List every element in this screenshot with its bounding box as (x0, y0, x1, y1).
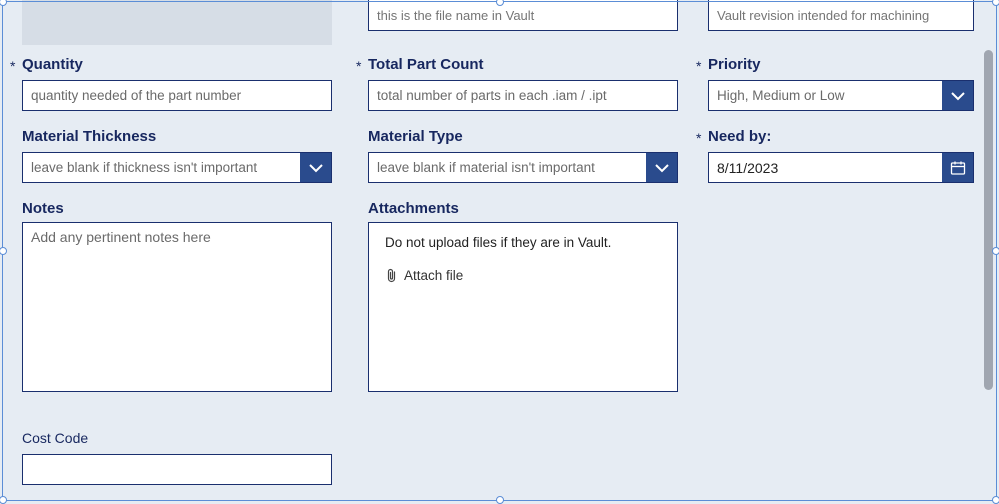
scrollbar-thumb[interactable] (984, 50, 993, 390)
quantity-input[interactable] (22, 80, 332, 111)
attach-file-label: Attach file (404, 268, 463, 283)
required-marker: * (356, 58, 361, 74)
attach-file-button[interactable]: Attach file (385, 268, 661, 283)
file-name-input[interactable] (368, 0, 678, 31)
required-marker: * (10, 58, 15, 74)
need-by-label: Need by: (708, 128, 974, 145)
priority-label: Priority (708, 56, 974, 73)
form-canvas: * Quantity * Total Part Count * Priority… (0, 0, 999, 502)
material-thickness-select[interactable]: leave blank if thickness isn't important (22, 152, 332, 183)
priority-select[interactable]: High, Medium or Low (708, 80, 974, 111)
required-marker: * (696, 130, 701, 146)
cost-code-input[interactable] (22, 454, 332, 485)
attachments-label: Attachments (368, 200, 678, 217)
required-marker: * (696, 58, 701, 74)
total-part-count-label: Total Part Count (368, 56, 678, 73)
material-type-select[interactable]: leave blank if material isn't important (368, 152, 678, 183)
notes-textarea[interactable] (22, 222, 332, 392)
priority-placeholder: High, Medium or Low (709, 88, 942, 103)
material-type-placeholder: leave blank if material isn't important (369, 160, 646, 175)
material-thickness-label: Material Thickness (22, 128, 332, 145)
quantity-label: Quantity (22, 56, 332, 73)
attachments-box: Do not upload files if they are in Vault… (368, 222, 678, 392)
total-part-count-input[interactable] (368, 80, 678, 111)
material-type-label: Material Type (368, 128, 678, 145)
notes-label: Notes (22, 200, 332, 217)
calendar-icon (942, 153, 973, 182)
grey-placeholder-block (22, 0, 332, 45)
chevron-down-icon (942, 81, 973, 110)
scrollbar-track[interactable] (984, 50, 993, 457)
chevron-down-icon (646, 153, 677, 182)
cost-code-label: Cost Code (22, 430, 332, 446)
vault-revision-input[interactable] (708, 0, 974, 31)
attachments-note: Do not upload files if they are in Vault… (385, 235, 661, 250)
material-thickness-placeholder: leave blank if thickness isn't important (23, 160, 300, 175)
paperclip-icon (385, 268, 398, 283)
need-by-value: 8/11/2023 (709, 160, 942, 176)
chevron-down-icon (300, 153, 331, 182)
need-by-date-input[interactable]: 8/11/2023 (708, 152, 974, 183)
